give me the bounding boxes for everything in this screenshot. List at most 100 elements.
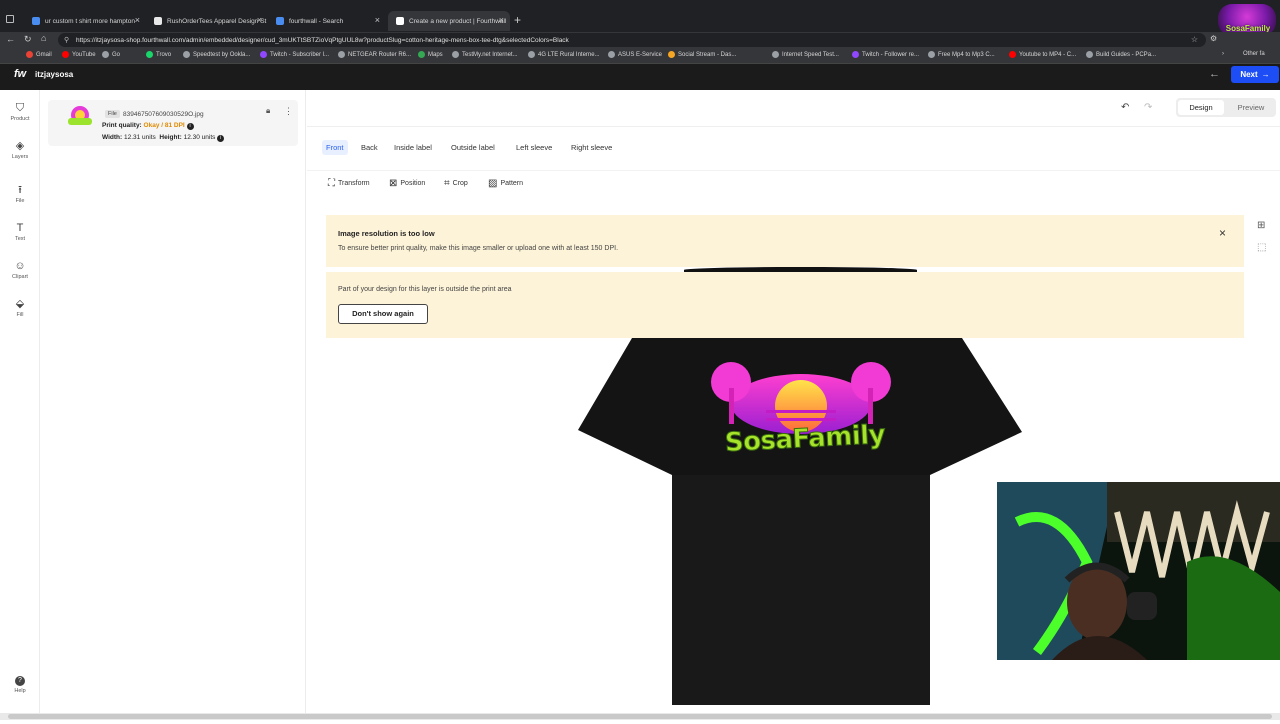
crop-tool-button[interactable]: ⌗ Crop	[444, 178, 468, 189]
bookmark-item[interactable]: 4G LTE Rural Interne...	[528, 51, 600, 58]
bookmarks-overflow-icon[interactable]: ›	[1222, 51, 1224, 57]
design-tab[interactable]: Design	[1178, 100, 1224, 115]
more-options-icon[interactable]: ⋮	[284, 106, 293, 117]
dotted-grid-icon[interactable]: ⬚	[1257, 242, 1266, 253]
bookmark-item[interactable]: NETGEAR Router R6...	[338, 51, 411, 58]
reload-icon[interactable]: ↻	[24, 34, 32, 45]
bookmark-label: Gmail	[36, 51, 52, 58]
nav-fill[interactable]: ⬙ Fill	[0, 298, 40, 318]
bookmark-label: Twitch - Subscriber l...	[270, 51, 330, 58]
layer-card[interactable]: File 839467507609030529O.jpg Print quali…	[48, 100, 298, 146]
height-label: Height:	[159, 134, 182, 141]
extensions-icon[interactable]: ⚙	[1210, 34, 1217, 43]
bookmark-favicon-icon	[528, 51, 535, 58]
close-icon[interactable]: ×	[375, 15, 380, 25]
nav-product[interactable]: ⛉ Product	[0, 102, 40, 122]
close-icon[interactable]: ×	[1219, 226, 1226, 240]
undo-icon[interactable]: ↶	[1121, 102, 1129, 113]
bookmark-item[interactable]: YouTube	[62, 51, 96, 58]
browser-tab[interactable]: RushOrderTees Apparel Design St ×	[146, 11, 268, 31]
fourthwall-logo[interactable]: fw	[14, 68, 26, 80]
bookmark-favicon-icon	[452, 51, 459, 58]
layer-thumbnail	[66, 104, 94, 130]
browser-tab[interactable]: ur custom t shirt more hampton ×	[24, 11, 146, 31]
next-button[interactable]: Next →	[1231, 66, 1279, 83]
bookmark-item[interactable]: TestMy.net Internet...	[452, 51, 518, 58]
tab-label: Create a new product | Fourthwall	[409, 17, 507, 25]
tab-overview-icon[interactable]	[6, 15, 14, 23]
dont-show-again-button[interactable]: Don't show again	[338, 304, 428, 324]
tab-front[interactable]: Front	[322, 140, 348, 155]
bookmark-item[interactable]: Social Stream - Das...	[668, 51, 736, 58]
bookmark-favicon-icon	[102, 51, 109, 58]
scrollbar-thumb[interactable]	[8, 714, 1272, 719]
nav-layers[interactable]: ◈ Layers	[0, 140, 40, 160]
lock-icon[interactable]: 🔒︎	[266, 106, 270, 116]
url-input[interactable]: ⚲ https://itzjaysosa-shop.fourthwall.com…	[58, 33, 1206, 47]
preview-tab[interactable]: Preview	[1228, 100, 1274, 115]
design-artwork[interactable]: SosaFamily	[706, 358, 896, 468]
tab-inside-label[interactable]: Inside label	[394, 143, 432, 152]
browser-tab[interactable]: fourthwall - Search ×	[268, 11, 386, 31]
tab-favicon	[32, 17, 40, 25]
shirt-icon: ⛉	[15, 102, 25, 114]
width-value: 12.31 units	[123, 134, 156, 141]
nav-file[interactable]: ⭱ File	[0, 184, 40, 204]
nav-label: File	[15, 198, 25, 204]
layer-filename: 839467507609030529O.jpg	[123, 111, 204, 118]
bookmark-item[interactable]: Gmail	[26, 51, 52, 58]
bookmark-label: Free Mp4 to Mp3 C...	[938, 51, 995, 58]
bookmark-item[interactable]: Twitch - Follower re...	[852, 51, 919, 58]
transform-tool-button[interactable]: ⛶ Transform	[328, 178, 370, 189]
help-icon: ?	[15, 676, 25, 686]
bookmark-item[interactable]: Free Mp4 to Mp3 C...	[928, 51, 995, 58]
bookmark-item[interactable]: Twitch - Subscriber l...	[260, 51, 329, 58]
left-sidebar: ⛉ Product ◈ Layers ⭱ File T Text ☺ Clipart ⬙ Fill ? H…	[0, 90, 40, 720]
nav-help[interactable]: ? Help	[0, 676, 40, 694]
bookmark-item[interactable]: Maps	[418, 51, 443, 58]
redo-icon[interactable]: ↷	[1144, 102, 1152, 113]
bookmark-item[interactable]: Youtube to MP4 - C...	[1009, 51, 1076, 58]
horizontal-scrollbar[interactable]	[0, 713, 1280, 720]
close-icon[interactable]: ×	[257, 15, 262, 25]
back-arrow-icon[interactable]: ←	[1209, 68, 1220, 80]
bookmark-item[interactable]: Go	[102, 51, 120, 58]
tab-left-sleeve[interactable]: Left sleeve	[516, 143, 552, 152]
bookmark-item[interactable]: Internet Speed Test...	[772, 51, 839, 58]
position-icon: ⊠	[389, 178, 398, 189]
tab-outside-label[interactable]: Outside label	[451, 143, 495, 152]
tool-label: Crop	[452, 180, 468, 187]
back-icon[interactable]: ←	[6, 34, 15, 44]
home-icon[interactable]: ⌂	[41, 33, 46, 43]
tool-label: Position	[400, 180, 426, 187]
tshirt-svg	[578, 338, 1022, 705]
site-info-icon[interactable]: ⚲	[64, 36, 69, 44]
bookmark-label: Social Stream - Das...	[678, 51, 737, 58]
close-icon[interactable]: ×	[499, 15, 504, 25]
bookmark-star-icon[interactable]: ☆	[1191, 35, 1198, 44]
bookmark-favicon-icon	[1086, 51, 1093, 58]
other-bookmarks[interactable]: Other fa	[1243, 51, 1265, 57]
bookmark-item[interactable]: Build Guides - PCPa...	[1086, 51, 1156, 58]
tab-right-sleeve[interactable]: Right sleeve	[571, 143, 612, 152]
nav-text[interactable]: T Text	[0, 222, 40, 242]
pattern-tool-button[interactable]: ▨ Pattern	[488, 178, 523, 189]
tab-back[interactable]: Back	[361, 143, 378, 152]
tab-favicon	[154, 17, 162, 25]
tab-label: fourthwall - Search	[289, 17, 344, 25]
bookmark-label: ASUS E-Service	[618, 51, 663, 58]
grid-view-icon[interactable]: ⊞	[1257, 220, 1265, 231]
bookmark-item[interactable]: ASUS E-Service	[608, 51, 662, 58]
close-icon[interactable]: ×	[135, 15, 140, 25]
bookmark-item[interactable]: Trovo	[146, 51, 171, 58]
width-label: Width:	[102, 134, 123, 141]
paint-bucket-icon: ⬙	[15, 298, 25, 310]
browser-tab-active[interactable]: Create a new product | Fourthwall ×	[388, 11, 510, 31]
bookmark-item[interactable]: Speedtest by Ookla...	[183, 51, 250, 58]
info-icon[interactable]: i	[186, 123, 194, 130]
position-tool-button[interactable]: ⊠ Position	[389, 178, 425, 189]
new-tab-icon[interactable]: +	[514, 13, 521, 27]
nav-clipart[interactable]: ☺ Clipart	[0, 260, 40, 280]
info-icon[interactable]: i	[217, 135, 225, 142]
tab-label: ur custom t shirt more hampton	[45, 17, 135, 25]
